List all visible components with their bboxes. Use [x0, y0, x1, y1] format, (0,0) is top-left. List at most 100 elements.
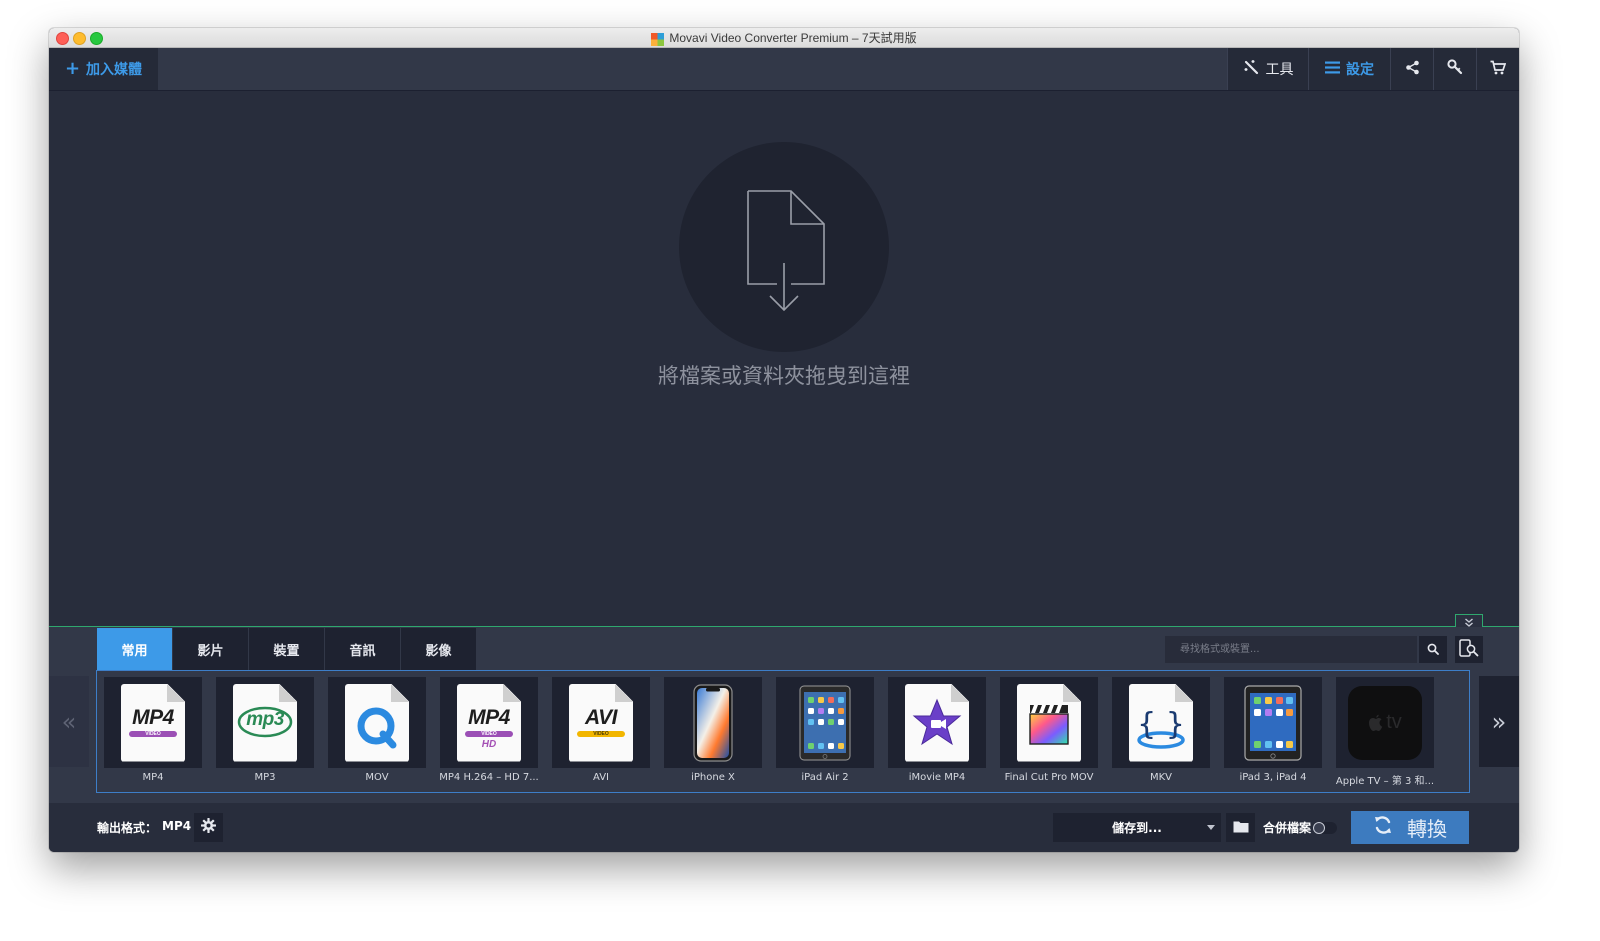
- activation-key-button[interactable]: [1433, 48, 1476, 90]
- preset-final-cut-pro-mov[interactable]: Final Cut Pro MOV: [1000, 677, 1098, 789]
- preset-thumbnail: MP4 VIDEO HD: [440, 677, 538, 768]
- mp4-file-icon: MP4 VIDEO: [121, 683, 185, 762]
- open-folder-button[interactable]: [1226, 813, 1255, 842]
- hamburger-menu-icon: [1325, 61, 1340, 78]
- preset-iphone-x[interactable]: iPhone X: [664, 677, 762, 789]
- device-search-icon: [1459, 638, 1479, 661]
- output-format-label: 輸出格式：: [97, 821, 158, 835]
- detect-device-button[interactable]: [1455, 636, 1483, 663]
- share-button[interactable]: [1390, 48, 1433, 90]
- save-to-dropdown[interactable]: 儲存到...: [1053, 813, 1221, 842]
- magic-wand-icon: [1243, 59, 1260, 80]
- drop-hint-text: 將檔案或資料夾拖曳到這裡: [658, 364, 910, 388]
- preset-apple-tv[interactable]: tv Apple TV – 第 3 和...: [1336, 677, 1434, 789]
- double-chevron-left-icon: «: [61, 707, 77, 736]
- toggle-knob: [1313, 822, 1325, 834]
- preset-label: iMovie MP4: [908, 772, 966, 783]
- preset-thumbnail: { }: [1112, 677, 1210, 768]
- tab-devices[interactable]: 裝置: [249, 628, 325, 670]
- preset-mp4[interactable]: MP4 VIDEO MP4: [104, 677, 202, 789]
- convert-label: 轉換: [1407, 817, 1447, 841]
- preset-label: MP4 H.264 – HD 7...: [439, 772, 539, 783]
- quicktime-file-icon: [345, 683, 409, 762]
- drop-zone[interactable]: 將檔案或資料夾拖曳到這裡: [49, 91, 1519, 626]
- preset-mp3[interactable]: mp3 MP3: [216, 677, 314, 789]
- preset-label: MP3: [254, 772, 276, 783]
- tab-audio[interactable]: 音訊: [325, 628, 401, 670]
- preset-label: iPad 3, iPad 4: [1239, 772, 1307, 783]
- gear-icon: [201, 818, 216, 837]
- search-icon: [1427, 640, 1439, 659]
- main-toolbar: + 加入媒體 工具 設定: [49, 48, 1519, 91]
- drop-target-circle[interactable]: [679, 142, 889, 352]
- folder-icon: [1233, 818, 1249, 837]
- preset-imovie-mp4[interactable]: iMovie MP4: [888, 677, 986, 789]
- scroll-left-button[interactable]: «: [49, 676, 89, 767]
- merge-files-label: 合併檔案: [1263, 821, 1312, 835]
- preset-label: MOV: [365, 772, 389, 783]
- preset-label: iPad Air 2: [801, 772, 849, 783]
- app-window: Movavi Video Converter Premium – 7天試用版 +…: [49, 28, 1519, 852]
- double-chevron-down-icon: [1464, 612, 1474, 631]
- settings-button[interactable]: 設定: [1308, 48, 1390, 90]
- preset-thumbnail: MP4 VIDEO: [104, 677, 202, 768]
- preset-thumbnail: [1224, 677, 1322, 768]
- preset-label: iPhone X: [691, 772, 735, 783]
- collapse-panel-button[interactable]: [1455, 614, 1483, 627]
- preset-label: AVI: [593, 772, 609, 783]
- share-icon: [1405, 60, 1420, 79]
- tab-popular[interactable]: 常用: [97, 628, 173, 670]
- preset-mkv[interactable]: { } MKV: [1112, 677, 1210, 789]
- caret-down-icon: [1207, 825, 1215, 830]
- add-media-label: 加入媒體: [86, 62, 143, 78]
- preset-thumbnail: tv: [1336, 677, 1434, 768]
- ipad-classic-icon: [1224, 677, 1322, 768]
- tools-label: 工具: [1265, 62, 1294, 78]
- toolbar-right-group: 工具 設定: [1227, 48, 1519, 90]
- preset-thumbnail: [664, 677, 762, 768]
- preset-mp4-hd[interactable]: MP4 VIDEO HD MP4 H.264 – HD 7...: [439, 677, 539, 789]
- movavi-app-icon: [651, 31, 665, 46]
- convert-button[interactable]: 轉換: [1351, 811, 1469, 844]
- shopping-cart-icon: [1490, 60, 1507, 79]
- tools-button[interactable]: 工具: [1227, 48, 1308, 90]
- format-tabs: 常用 影片 裝置 音訊 影像: [97, 628, 477, 670]
- preset-ipad-3-ipad-4[interactable]: iPad 3, iPad 4: [1224, 677, 1322, 789]
- format-search-input[interactable]: [1165, 636, 1417, 663]
- output-format-value: MP4: [162, 819, 192, 833]
- avi-file-icon: AVI VIDEO: [569, 683, 633, 762]
- store-button[interactable]: [1476, 48, 1519, 90]
- preset-ipad-air-2[interactable]: iPad Air 2: [776, 677, 874, 789]
- apple-logo-icon: [1369, 714, 1383, 731]
- scroll-right-button[interactable]: »: [1479, 676, 1519, 767]
- preset-thumbnail: AVI VIDEO: [552, 677, 650, 768]
- final-cut-pro-icon: [1017, 683, 1081, 762]
- preset-thumbnail: [888, 677, 986, 768]
- plus-icon: +: [64, 58, 81, 79]
- iphone-icon: [664, 677, 762, 768]
- svg-text:{ }: { }: [1137, 707, 1185, 742]
- tab-images[interactable]: 影像: [401, 628, 477, 670]
- apple-tv-icon: tv: [1336, 677, 1434, 768]
- add-media-button[interactable]: + 加入媒體: [49, 48, 158, 90]
- preset-thumbnail: [776, 677, 874, 768]
- merge-files-toggle[interactable]: [1313, 822, 1337, 834]
- format-panel: 常用 影片 裝置 音訊 影像 尋找格式或裝置... « » MP4 VIDEO …: [49, 614, 1519, 803]
- preset-label: Apple TV – 第 3 和...: [1335, 776, 1435, 787]
- tab-video[interactable]: 影片: [173, 628, 249, 670]
- search-button[interactable]: [1419, 636, 1447, 663]
- double-chevron-right-icon: »: [1491, 707, 1507, 736]
- preset-label: MKV: [1149, 772, 1173, 783]
- key-icon: [1447, 59, 1463, 79]
- preset-thumbnail: [328, 677, 426, 768]
- preset-mov[interactable]: MOV: [328, 677, 426, 789]
- mp3-file-icon: mp3: [233, 683, 297, 762]
- preset-avi[interactable]: AVI VIDEO AVI: [552, 677, 650, 789]
- output-settings-button[interactable]: [194, 813, 223, 842]
- refresh-icon: [1373, 815, 1393, 840]
- save-to-label: 儲存到...: [1112, 821, 1162, 835]
- preset-thumbnail: [1000, 677, 1098, 768]
- preset-carousel: MP4 VIDEO MP4 mp3 MP3 MOV MP4 VIDEO HD M…: [96, 670, 1470, 793]
- mkv-file-icon: { }: [1129, 683, 1193, 762]
- title-bar: Movavi Video Converter Premium – 7天試用版: [49, 28, 1519, 48]
